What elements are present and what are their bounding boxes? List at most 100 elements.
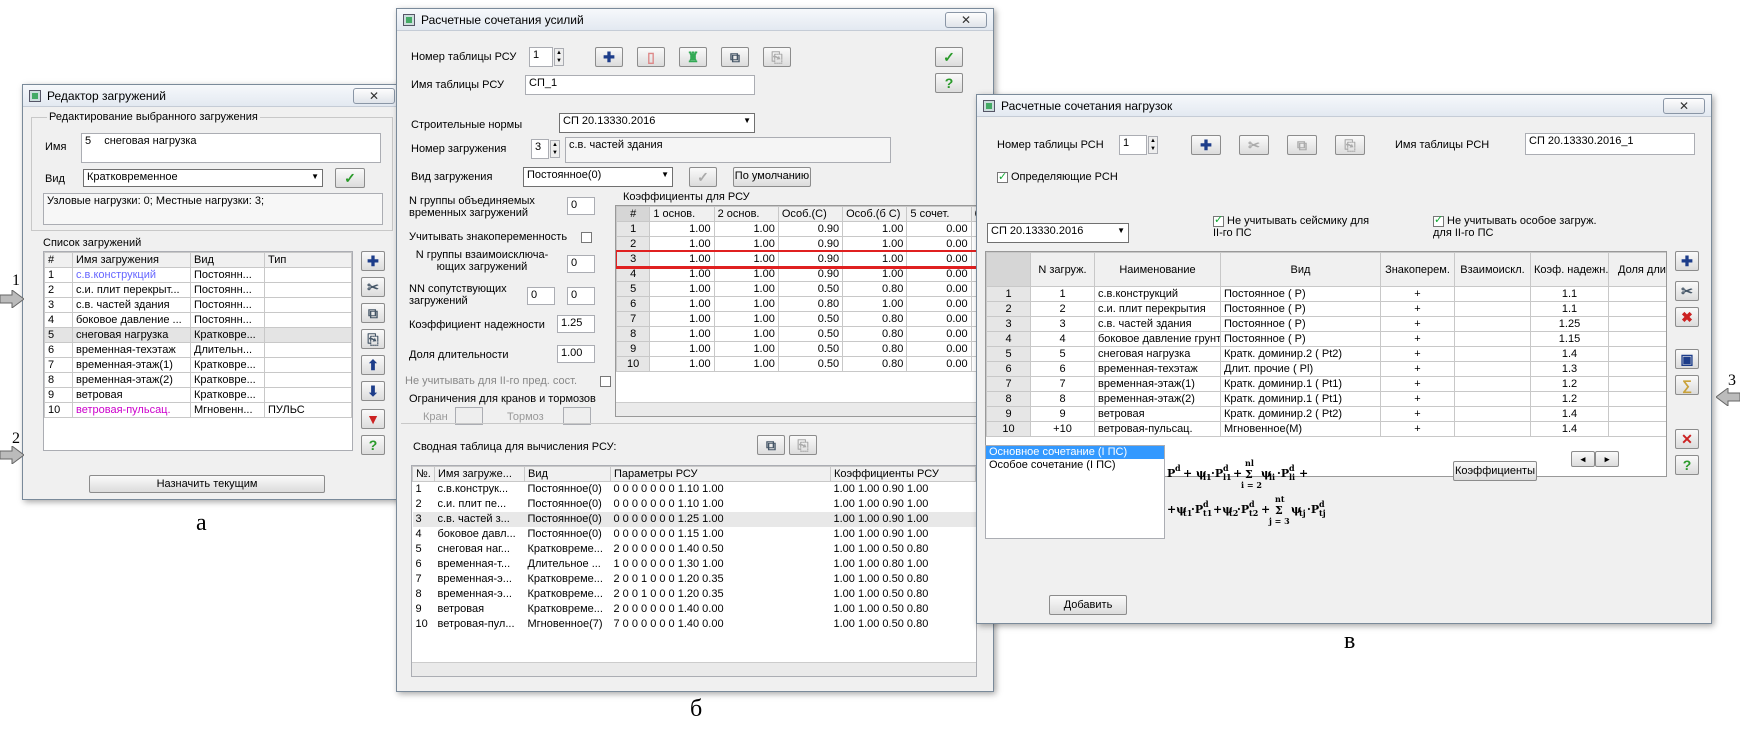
add-icon[interactable]: ✚ [361, 251, 385, 271]
coefficients-button[interactable]: Коэффициенты [1453, 461, 1537, 481]
col-name[interactable]: Имя загружения [72, 252, 191, 268]
group-combined-field[interactable]: 0 [567, 197, 595, 215]
coef-cell[interactable]: 1.00 [713, 296, 779, 312]
copy-icon[interactable]: ⧉ [361, 303, 385, 323]
col-load-num[interactable]: N загруж. [1030, 252, 1095, 287]
mutual-excl[interactable] [1454, 316, 1531, 332]
mutual-excl[interactable] [1454, 301, 1531, 317]
coef-cell[interactable]: 0.00 [906, 326, 972, 342]
col-kind[interactable]: Вид [190, 252, 265, 268]
reliability[interactable]: 1.25 [1530, 316, 1609, 332]
name-field[interactable]: 5 снеговая нагрузка [81, 133, 381, 163]
coef-cell[interactable]: 0.80 [842, 356, 908, 372]
tool-icon[interactable]: ♜ [679, 47, 707, 67]
coef-cell[interactable]: 1.00 [842, 251, 908, 267]
coef-cell[interactable]: 0.90 [777, 266, 844, 282]
table-num-field[interactable]: 1 [1119, 135, 1147, 155]
col-kind[interactable]: Вид [1220, 252, 1381, 287]
close-button[interactable]: ✕ [945, 12, 987, 28]
copy-icon[interactable]: ⧉ [1287, 135, 1317, 155]
summary-hscrollbar[interactable] [412, 662, 976, 676]
table-row[interactable]: 7 7 временная-этаж(1) Кратк. доминир.1 ( Pt… [986, 376, 1666, 392]
load-name[interactable]: боковое давление грунта [1094, 331, 1221, 347]
col-mutual[interactable]: Взаимоискл. [1454, 252, 1531, 287]
col-main2[interactable]: 2 основ. [713, 206, 779, 222]
add-combination-button[interactable]: Добавить [1049, 595, 1127, 615]
coef-cell[interactable]: 1.00 [713, 281, 779, 297]
mutual-excl[interactable] [1454, 421, 1531, 437]
no-seismic-option[interactable]: Не учитывать сейсмику для II-го ПС [1213, 214, 1373, 239]
coef-cell[interactable]: 0.80 [842, 326, 908, 342]
load-name[interactable]: с.в.конструкций [1094, 286, 1221, 302]
table-row[interactable]: 6 6 временная-техэтаж Длит. прочие ( Pl) +1.… [986, 361, 1666, 377]
load-num-spinner[interactable]: ▲ ▼ [550, 140, 560, 158]
table-row[interactable]: 5 снеговая наг... Кратковреме... 2 0 0 0 0 … [413, 542, 976, 557]
col-row[interactable] [986, 252, 1031, 287]
move-up-icon[interactable]: ⬆ [361, 355, 385, 375]
table-row[interactable]: 3 3 с.в. частей здания Постоянное ( P) +1.25… [986, 316, 1666, 332]
table-row[interactable]: 11с.в.конструкцийПостоянное ( P)+1.11.0 [986, 286, 1666, 302]
sign-var[interactable]: + [1380, 331, 1455, 347]
coef-cell[interactable]: 0.00 [906, 311, 972, 327]
table-row[interactable]: 10+10ветровая-пульсац.Мгновенное(M)+1.4.… [986, 421, 1666, 437]
sign-var[interactable]: + [1380, 346, 1455, 362]
mutual-excl[interactable] [1454, 361, 1531, 377]
reliability[interactable]: 1.3 [1530, 361, 1609, 377]
help-icon[interactable]: ? [1675, 455, 1699, 475]
load-kind[interactable]: Длит. прочие ( Pl) [1220, 361, 1381, 377]
sign-var[interactable]: + [1380, 316, 1455, 332]
load-num[interactable]: 8 [1030, 391, 1095, 407]
table-row[interactable]: 31.001.000.901.000.000.00 [616, 249, 990, 269]
list-item[interactable]: 1 с.в.конструкций Постоянн... [44, 267, 352, 283]
delete-table-icon[interactable]: ▯ [637, 47, 665, 67]
load-num[interactable]: 6 [1030, 361, 1095, 377]
coef-cell[interactable]: 1.00 [649, 251, 715, 267]
table-row[interactable]: 10 ветровая-пул... Мгновенное(7) 7 0 0 0 0 … [413, 617, 976, 632]
table-row[interactable]: 8 8 временная-этаж(2) Кратк. доминир.1 ( Pt… [986, 391, 1666, 407]
coef-cell[interactable]: 1.00 [842, 296, 908, 312]
delete-icon[interactable]: ✖ [1675, 307, 1699, 327]
coef-cell[interactable]: 1.00 [713, 236, 779, 252]
paste-icon[interactable]: ⎘ [1335, 135, 1365, 155]
col-sign[interactable]: Знакоперем. [1380, 252, 1455, 287]
mutual-excl[interactable] [1454, 406, 1531, 422]
col-kind[interactable]: Вид [524, 466, 611, 482]
group-mutual-field[interactable]: 0 [567, 255, 595, 273]
coef-cell[interactable]: 0.00 [906, 296, 972, 312]
reliability[interactable]: 1.4 [1530, 406, 1609, 422]
sign-var[interactable]: + [1380, 361, 1455, 377]
cut-icon[interactable]: ✂ [1239, 135, 1269, 155]
table-row[interactable]: 2 с.и. плит пе... Постоянное(0) 0 0 0 0 0 0… [413, 497, 976, 512]
table-row[interactable]: 8 временная-э... Кратковреме... 2 0 0 1 0 0… [413, 587, 976, 602]
duration[interactable]: .35 [1608, 391, 1666, 407]
paste-icon[interactable]: ⎘ [763, 47, 791, 67]
load-name[interactable]: временная-этаж(2) [1094, 391, 1221, 407]
list-item[interactable]: 4 боковое давление ... Постоянн... [44, 312, 352, 328]
ignore-limit-checkbox[interactable] [600, 375, 612, 387]
coef-cell[interactable]: 1.00 [713, 266, 779, 282]
col-name[interactable]: Наименование [1094, 252, 1221, 287]
no-special-check[interactable] [1433, 214, 1444, 227]
col-num[interactable]: # [44, 252, 73, 268]
mutual-excl[interactable] [1454, 286, 1531, 302]
duration[interactable]: 1.0 [1608, 331, 1666, 347]
accompanying-field-2[interactable]: 0 [567, 287, 595, 305]
apply-check-button[interactable]: ✓ [689, 167, 717, 187]
table-row[interactable]: 61.001.000.801.000.000.00 [616, 296, 990, 312]
load-name[interactable]: с.в. частей здания [1094, 316, 1221, 332]
table-name-field[interactable]: СП_1 [525, 75, 755, 95]
list-item[interactable]: 2 с.и. плит перекрыт... Постоянн... [44, 282, 352, 298]
col-num[interactable]: # [616, 206, 651, 222]
coef-cell[interactable]: 1.00 [842, 236, 908, 252]
duplicate-icon[interactable]: ⎘ [361, 329, 385, 349]
coef-cell[interactable]: 0.00 [906, 236, 972, 252]
table-num-field[interactable]: 1 [529, 47, 553, 67]
coef-cell[interactable]: 0.00 [906, 341, 972, 357]
load-name[interactable]: ветровая [1094, 406, 1221, 422]
load-kind[interactable]: Кратк. доминир.1 ( Pt1) [1220, 376, 1381, 392]
add-table-icon[interactable]: ✚ [1191, 135, 1221, 155]
table-row[interactable]: 21.001.000.901.000.000.00 [616, 236, 990, 252]
load-name[interactable]: с.и. плит перекрытия [1094, 301, 1221, 317]
load-name[interactable]: ветровая-пульсац. [1094, 421, 1221, 437]
accompanying-field-1[interactable]: 0 [527, 287, 555, 305]
